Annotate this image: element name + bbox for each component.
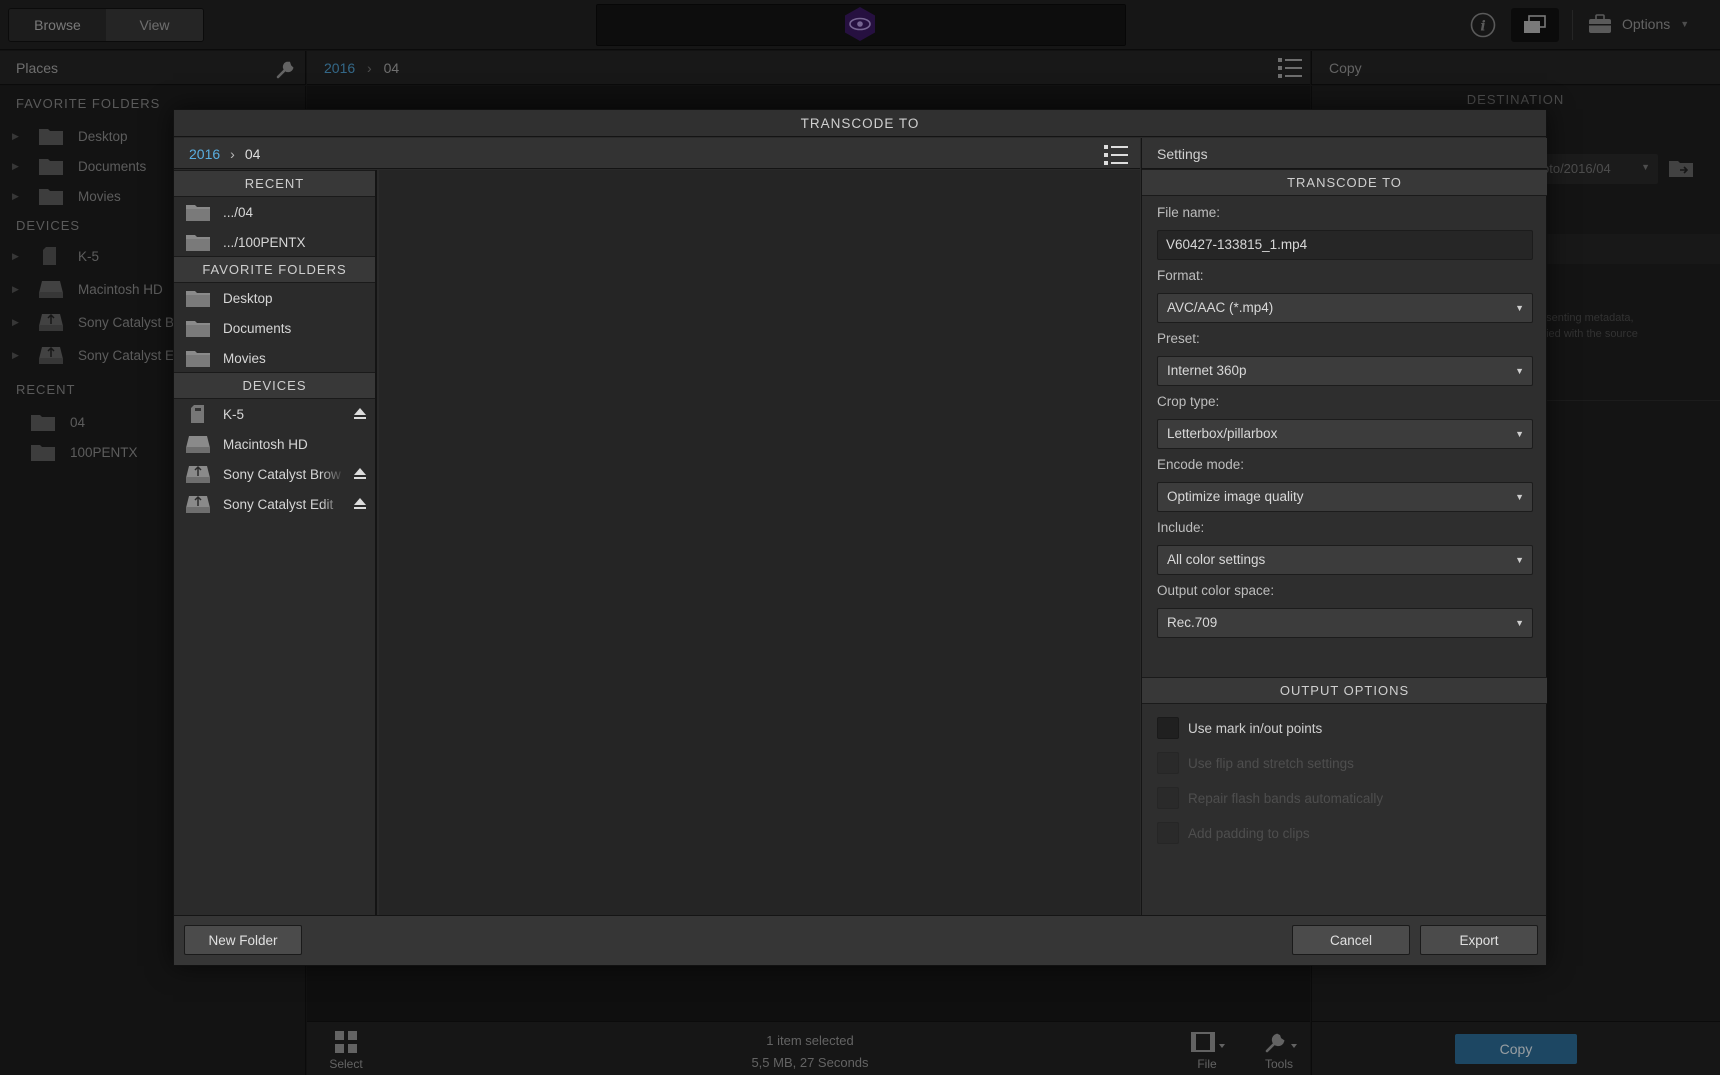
mark-in-out-option[interactable]: Use mark in/out points [1157,717,1322,739]
usb-drive-icon [186,495,210,513]
include-select[interactable]: All color settings ▼ [1157,545,1533,575]
preset-select[interactable]: Internet 360p ▼ [1157,356,1533,386]
folder-icon [186,351,210,367]
dialog-breadcrumb-bar: 2016 › 04 [174,138,1140,169]
preset-label: Preset: [1157,331,1200,346]
recent-item-04[interactable]: .../04 [185,199,373,225]
dialog-footer: New Folder Cancel Export [174,915,1546,965]
favorite-folders-heading: FAVORITE FOLDERS [174,256,375,283]
eject-icon[interactable] [353,466,367,480]
format-select[interactable]: AVC/AAC (*.mp4) ▼ [1157,293,1533,323]
file-name-label: File name: [1157,205,1221,220]
transcode-dialog: TRANSCODE TO 2016 › 04 RECENT .../04 ...… [173,109,1547,966]
dialog-file-list[interactable] [379,170,1140,915]
eject-icon[interactable] [353,496,367,510]
dialog-breadcrumb-month: 04 [244,146,261,162]
chevron-down-icon: ▼ [1515,618,1524,628]
chevron-down-icon: ▼ [1515,366,1524,376]
flip-stretch-option: Use flip and stretch settings [1157,752,1354,774]
mark-in-out-checkbox[interactable] [1157,717,1179,739]
eject-icon[interactable] [353,406,367,420]
settings-title: Settings [1157,146,1208,162]
export-button[interactable]: Export [1420,925,1538,955]
favorite-item-movies[interactable]: Movies [185,345,373,371]
new-folder-button[interactable]: New Folder [184,925,302,955]
output-options-heading: OUTPUT OPTIONS [1142,677,1547,704]
usb-drive-icon [186,465,210,483]
sd-card-icon [191,405,204,423]
encode-mode-label: Encode mode: [1157,457,1245,472]
list-view-icon[interactable] [1104,144,1128,166]
add-padding-checkbox [1157,822,1179,844]
dialog-breadcrumb-year[interactable]: 2016 [189,146,220,162]
settings-panel: Settings TRANSCODE TO File name: V60427-… [1141,138,1547,915]
device-item-sony-catalyst-edit[interactable]: Sony Catalyst Edit [185,491,373,517]
include-label: Include: [1157,520,1205,535]
recent-heading: RECENT [174,170,375,197]
dialog-places-sidebar: RECENT .../04 .../100PENTX FAVORITE FOLD… [174,170,377,915]
dialog-title: TRANSCODE TO [174,110,1546,137]
device-item-macintosh-hd[interactable]: Macintosh HD [185,431,373,457]
flip-stretch-checkbox [1157,752,1179,774]
encode-mode-select[interactable]: Optimize image quality ▼ [1157,482,1533,512]
recent-item-100pentx[interactable]: .../100PENTX [185,229,373,255]
chevron-right-icon: › [230,146,235,162]
device-item-sony-catalyst-browse[interactable]: Sony Catalyst Brow [185,461,373,487]
chevron-down-icon: ▼ [1515,303,1524,313]
devices-heading: DEVICES [174,372,375,399]
settings-header: Settings [1142,138,1547,169]
device-item-k5[interactable]: K-5 [185,401,373,427]
crop-type-label: Crop type: [1157,394,1220,409]
file-name-input[interactable]: V60427-133815_1.mp4 [1157,230,1533,260]
output-color-space-select[interactable]: Rec.709 ▼ [1157,608,1533,638]
hard-drive-icon [186,436,210,453]
format-label: Format: [1157,268,1204,283]
crop-type-select[interactable]: Letterbox/pillarbox ▼ [1157,419,1533,449]
chevron-down-icon: ▼ [1515,429,1524,439]
repair-flash-checkbox [1157,787,1179,809]
repair-flash-option: Repair flash bands automatically [1157,787,1383,809]
dialog-breadcrumb: 2016 › 04 [189,146,260,162]
favorite-item-desktop[interactable]: Desktop [185,285,373,311]
cancel-button[interactable]: Cancel [1292,925,1410,955]
folder-icon [186,235,210,251]
folder-icon [186,321,210,337]
add-padding-option: Add padding to clips [1157,822,1310,844]
chevron-down-icon: ▼ [1515,555,1524,565]
output-color-space-label: Output color space: [1157,583,1275,598]
folder-icon [186,205,210,221]
transcode-section-heading: TRANSCODE TO [1142,169,1547,196]
chevron-down-icon: ▼ [1515,492,1524,502]
favorite-item-documents[interactable]: Documents [185,315,373,341]
folder-icon [186,291,210,307]
